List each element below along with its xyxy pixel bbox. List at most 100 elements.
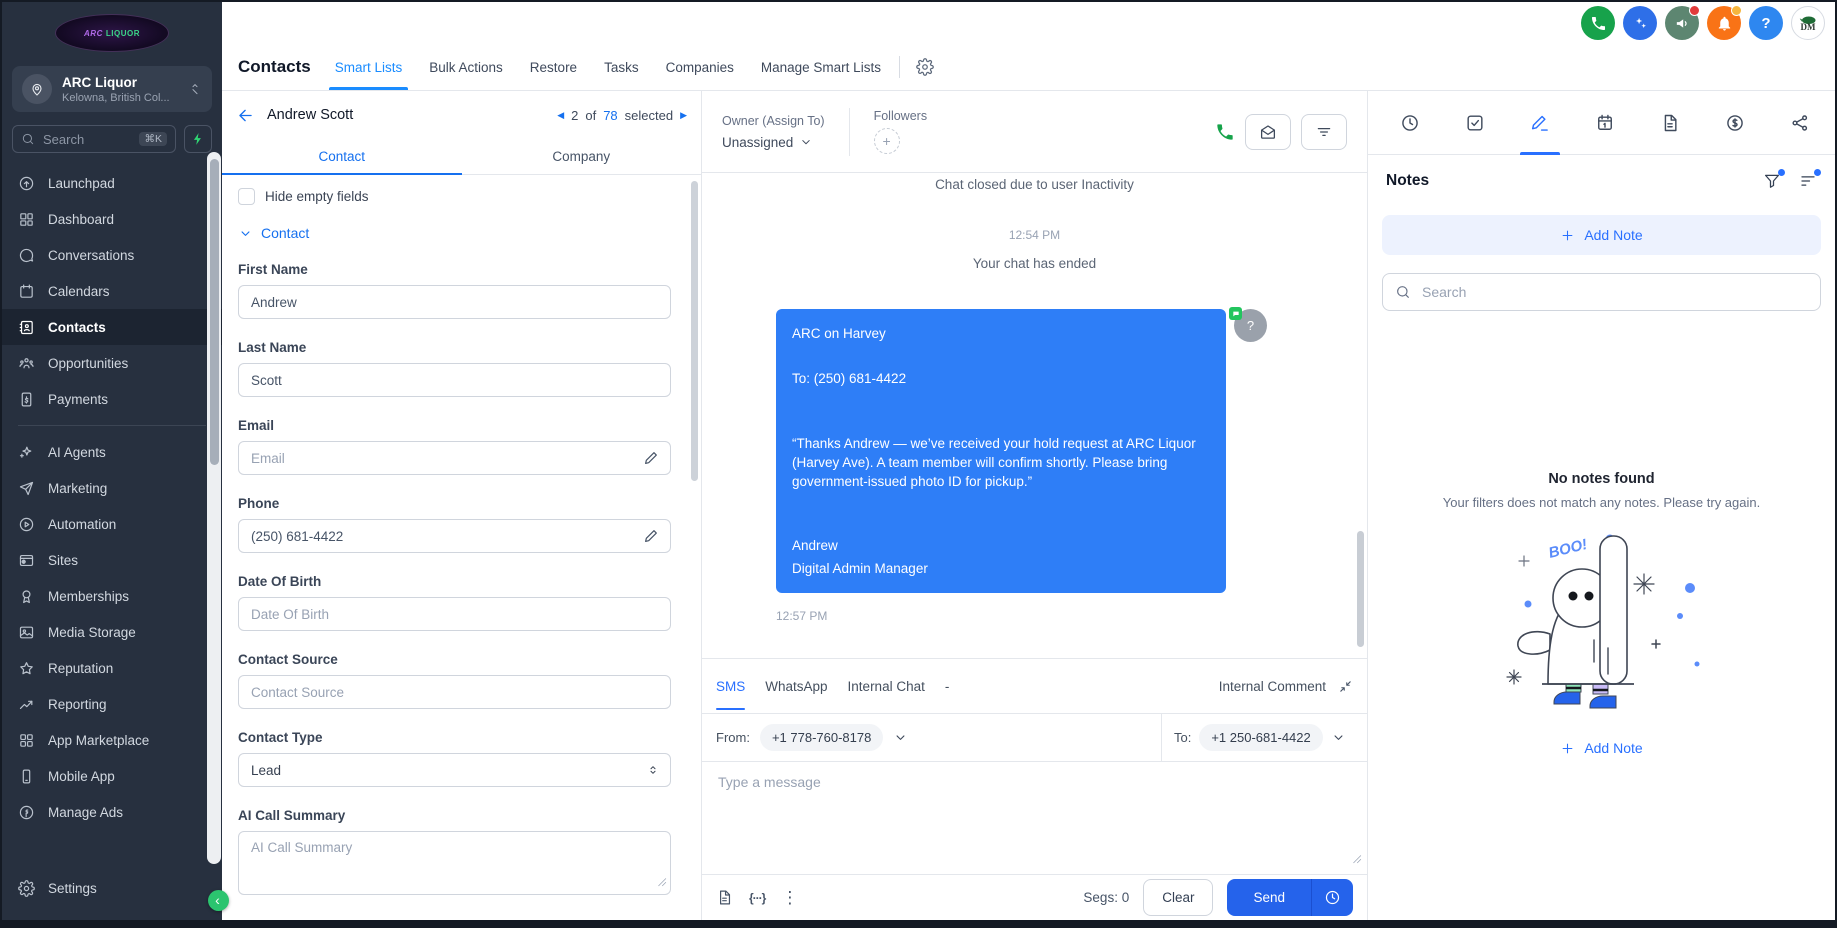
custom-values-icon[interactable]: {···} <box>749 891 765 905</box>
sidebar-item-marketing[interactable]: Marketing <box>2 470 222 506</box>
tab-restore[interactable]: Restore <box>530 44 577 90</box>
account-switcher[interactable]: ARC Liquor Kelowna, British Col... <box>12 66 212 112</box>
email-field[interactable] <box>238 441 671 475</box>
clear-button[interactable]: Clear <box>1143 879 1213 916</box>
owner-select[interactable]: Unassigned <box>722 135 825 150</box>
sidebar-search-input[interactable]: Search ⌘K <box>12 125 176 153</box>
tab-whatsapp[interactable]: WhatsApp <box>765 659 827 713</box>
message-input[interactable] <box>718 774 1351 862</box>
tab-appointments[interactable] <box>1583 91 1627 154</box>
sidebar-item-opportunities[interactable]: Opportunities <box>2 345 222 381</box>
edit-pencil-icon[interactable] <box>643 527 660 549</box>
chevron-down-icon[interactable] <box>893 730 908 745</box>
tab-associations[interactable] <box>1778 91 1822 154</box>
tab-activity[interactable] <box>1388 91 1432 154</box>
contact-section-toggle[interactable]: Contact <box>238 225 671 241</box>
tab-company[interactable]: Company <box>462 139 702 174</box>
tab-smart-lists[interactable]: Smart Lists <box>335 44 403 90</box>
first-name-field[interactable] <box>238 285 671 319</box>
notes-sort-button[interactable] <box>1799 172 1817 190</box>
sidebar-item-contacts[interactable]: Contacts <box>2 309 222 345</box>
sidebar-item-automation[interactable]: Automation <box>2 506 222 542</box>
pager-prev-icon[interactable]: ◀ <box>557 110 564 121</box>
last-name-field[interactable] <box>238 363 671 397</box>
tab-companies[interactable]: Companies <box>666 44 734 90</box>
help-button[interactable]: ? <box>1749 6 1783 40</box>
sender-avatar[interactable]: ? <box>1234 309 1267 342</box>
sidebar-item-manage-ads[interactable]: Manage Ads <box>2 794 222 830</box>
tab-tasks[interactable] <box>1453 91 1497 154</box>
contacts-settings-button[interactable] <box>916 44 934 90</box>
tab-payments[interactable] <box>1713 91 1757 154</box>
tab-dash[interactable]: - <box>945 659 950 713</box>
send-button[interactable]: Send <box>1227 879 1353 916</box>
contacts-book-icon <box>18 319 35 336</box>
sidebar-scrollbar[interactable] <box>207 152 221 864</box>
add-follower-button[interactable]: + <box>874 128 900 154</box>
tab-contact[interactable]: Contact <box>222 139 462 174</box>
date-of-birth-field[interactable] <box>238 597 671 631</box>
sidebar-item-payments[interactable]: Payments <box>2 381 222 417</box>
contact-panel-scrollbar-thumb[interactable] <box>691 181 698 481</box>
sidebar-item-ai-agents[interactable]: AI Agents <box>2 434 222 470</box>
hide-empty-fields-checkbox[interactable] <box>238 188 255 205</box>
sidebar-scrollbar-thumb[interactable] <box>210 159 219 465</box>
sidebar-item-sites[interactable]: Sites <box>2 542 222 578</box>
notes-search-input[interactable] <box>1420 283 1808 301</box>
edit-pencil-icon[interactable] <box>643 449 660 471</box>
tab-internal-chat[interactable]: Internal Chat <box>848 659 925 713</box>
contact-source-field[interactable] <box>238 675 671 709</box>
send-button-label[interactable]: Send <box>1227 879 1311 916</box>
sidebar-item-reputation[interactable]: Reputation <box>2 650 222 686</box>
pager-total[interactable]: 78 <box>603 108 617 123</box>
schedule-send-button[interactable] <box>1312 879 1353 916</box>
phone-field[interactable] <box>238 519 671 553</box>
call-contact-button[interactable] <box>1215 122 1235 142</box>
templates-icon[interactable] <box>716 889 733 906</box>
tab-notes[interactable] <box>1518 91 1562 154</box>
back-button[interactable] <box>236 106 255 125</box>
sidebar-collapse-button[interactable]: ‹ <box>208 890 229 911</box>
tab-tasks[interactable]: Tasks <box>604 44 639 90</box>
sidebar-item-media-storage[interactable]: Media Storage <box>2 614 222 650</box>
field-label-last-name: Last Name <box>238 340 671 355</box>
pager-next-icon[interactable]: ▶ <box>680 110 687 121</box>
announcements-button[interactable] <box>1665 6 1699 40</box>
tab-manage-smart-lists[interactable]: Manage Smart Lists <box>761 44 881 90</box>
sidebar-item-conversations[interactable]: Conversations <box>2 237 222 273</box>
ai-call-summary-field[interactable] <box>238 831 671 895</box>
email-thread-button[interactable] <box>1245 114 1291 150</box>
filter-messages-button[interactable] <box>1301 114 1347 150</box>
internal-comment-label[interactable]: Internal Comment <box>1219 679 1326 694</box>
notifications-button[interactable] <box>1707 6 1741 40</box>
tab-documents[interactable] <box>1648 91 1692 154</box>
resize-handle-icon[interactable] <box>657 874 667 892</box>
sidebar-item-launchpad[interactable]: Launchpad <box>2 165 222 201</box>
notes-filter-button[interactable] <box>1763 172 1781 190</box>
connect-sparkle-button[interactable] <box>1623 6 1657 40</box>
tab-sms[interactable]: SMS <box>716 659 745 713</box>
chat-scrollbar-thumb[interactable] <box>1357 531 1364 647</box>
sidebar-item-memberships[interactable]: Memberships <box>2 578 222 614</box>
to-number-pill[interactable]: +1 250-681-4422 <box>1199 724 1322 751</box>
add-note-footer-button[interactable]: Add Note <box>1554 739 1648 757</box>
outbound-message-bubble[interactable]: ARC on Harvey To: (250) 681-4422 “Thanks… <box>776 309 1226 593</box>
resize-handle-icon[interactable] <box>1352 851 1362 869</box>
check-square-icon <box>1465 113 1485 133</box>
kebab-menu-icon[interactable]: ⋮ <box>781 889 798 906</box>
sidebar-item-reporting[interactable]: Reporting <box>2 686 222 722</box>
sidebar-item-calendars[interactable]: Calendars <box>2 273 222 309</box>
from-number-pill[interactable]: +1 778-760-8178 <box>760 724 883 751</box>
phone-dialer-button[interactable] <box>1581 6 1615 40</box>
sidebar-item-dashboard[interactable]: Dashboard <box>2 201 222 237</box>
contact-type-select[interactable]: Lead <box>238 753 671 787</box>
sidebar-item-app-marketplace[interactable]: App Marketplace <box>2 722 222 758</box>
add-note-button[interactable]: Add Note <box>1382 215 1821 255</box>
tab-bulk-actions[interactable]: Bulk Actions <box>429 44 503 90</box>
quick-actions-button[interactable] <box>184 125 212 153</box>
sidebar-item-settings[interactable]: Settings <box>2 870 222 906</box>
user-avatar[interactable]: DM <box>1791 6 1825 40</box>
collapse-composer-icon[interactable] <box>1338 679 1353 694</box>
sidebar-item-mobile-app[interactable]: Mobile App <box>2 758 222 794</box>
chevron-down-icon[interactable] <box>1331 730 1346 745</box>
